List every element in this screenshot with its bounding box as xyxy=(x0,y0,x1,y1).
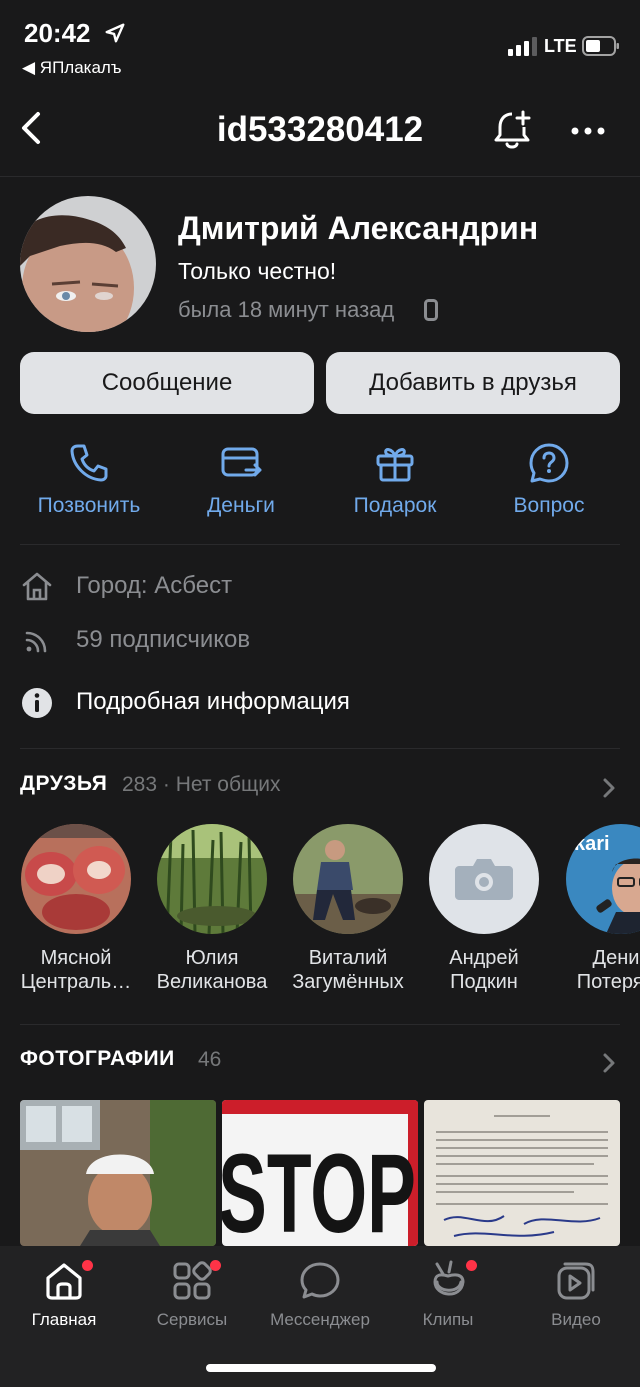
photo-thumbnail[interactable] xyxy=(20,1100,216,1246)
money-label: Деньги xyxy=(207,494,275,517)
photo-thumbnail[interactable] xyxy=(424,1100,620,1246)
services-icon xyxy=(173,1261,212,1300)
details-text: Подробная информация xyxy=(76,688,350,715)
friend-avatar-placeholder xyxy=(429,824,539,934)
info-divider xyxy=(20,748,620,749)
profile-avatar[interactable] xyxy=(20,196,156,332)
friend-name: Мясной Централь… xyxy=(20,947,132,993)
location-arrow-icon xyxy=(105,23,125,43)
question-action[interactable]: Вопрос xyxy=(474,440,624,518)
back-to-app-link[interactable]: ◀ ЯПлакалъ xyxy=(22,58,121,78)
home-icon xyxy=(22,572,52,601)
tab-label: Мессенджер xyxy=(270,1310,370,1329)
add-friend-button[interactable]: Добавить в друзья xyxy=(326,352,620,414)
actions-divider xyxy=(20,544,620,545)
call-action[interactable]: Позвонить xyxy=(14,440,164,518)
friend-avatar: kari xyxy=(566,824,640,934)
tab-messenger[interactable]: Мессенджер xyxy=(256,1258,384,1330)
status-bar: 20:42 ◀ ЯПлакалъ LTE xyxy=(0,0,640,90)
stop-sign-text: STOP xyxy=(222,1131,416,1246)
photo-thumbnail[interactable]: STOP xyxy=(222,1100,418,1246)
chevron-right-icon xyxy=(603,1053,615,1073)
friends-count: 283 · Нет общих xyxy=(122,773,281,796)
money-transfer-icon xyxy=(221,447,262,477)
status-time: 20:42 xyxy=(24,18,91,48)
friend-item[interactable]: Виталий Загумённых xyxy=(280,824,416,994)
photos-header[interactable]: ФОТОГРАФИИ 46 xyxy=(20,1047,620,1083)
navigation-bar: id533280412 xyxy=(0,96,640,166)
friend-name: ДенисПотеряев xyxy=(576,947,640,993)
money-action[interactable]: Деньги xyxy=(166,440,316,518)
friend-avatar xyxy=(21,824,131,934)
camera-icon xyxy=(455,859,513,900)
bell-plus-icon[interactable] xyxy=(490,108,534,152)
city-text: Город: Асбест xyxy=(76,572,233,599)
rss-feed-icon xyxy=(25,631,47,653)
friends-title: ДРУЗЬЯ xyxy=(20,772,108,795)
photos-title: ФОТОГРАФИИ xyxy=(20,1047,175,1070)
friends-divider xyxy=(20,1024,620,1025)
home-indicator[interactable] xyxy=(206,1364,436,1372)
mobile-device-icon xyxy=(424,299,438,321)
tab-label: Сервисы xyxy=(156,1310,228,1329)
avatar-logo-text: kari xyxy=(574,833,610,855)
friends-header[interactable]: ДРУЗЬЯ 283 · Нет общих xyxy=(20,772,620,808)
friend-item[interactable]: Юлия Великанова xyxy=(144,824,280,994)
friend-name: Юлия Великанова xyxy=(156,947,268,993)
video-icon xyxy=(557,1262,595,1300)
clips-icon xyxy=(433,1260,465,1296)
info-icon xyxy=(22,688,52,718)
friend-item[interactable]: Мясной Централь… xyxy=(8,824,144,994)
gift-label: Подарок xyxy=(353,494,437,517)
friend-item[interactable]: kari ДенисПотеряев xyxy=(553,824,640,994)
messenger-icon xyxy=(300,1262,340,1299)
friend-item[interactable]: Андрей Подкин xyxy=(416,824,552,994)
signal-icon xyxy=(508,37,537,56)
notification-dot xyxy=(82,1260,93,1271)
friend-name: Виталий Загумённых xyxy=(292,947,404,993)
chevron-right-icon xyxy=(603,778,615,798)
photos-count: 46 xyxy=(198,1048,222,1071)
friend-avatar xyxy=(293,824,403,934)
tab-services[interactable]: Сервисы xyxy=(128,1258,256,1330)
question-icon xyxy=(529,443,569,483)
network-type: LTE xyxy=(544,36,577,56)
last-seen-text: была 18 минут назад xyxy=(178,297,395,322)
followers-text: 59 подписчиков xyxy=(76,626,251,653)
gift-icon xyxy=(376,448,414,482)
phone-icon xyxy=(70,444,108,482)
notification-dot xyxy=(210,1260,221,1271)
battery-icon xyxy=(582,36,619,56)
tab-home[interactable]: Главная xyxy=(0,1258,128,1330)
call-label: Позвонить xyxy=(37,494,141,517)
more-icon[interactable] xyxy=(568,116,608,146)
header-divider xyxy=(0,176,640,177)
tab-clips[interactable]: Клипы xyxy=(384,1258,512,1330)
home-icon xyxy=(46,1263,82,1300)
page-title: id533280412 xyxy=(216,110,424,149)
tab-label: Видео xyxy=(551,1310,601,1329)
friend-avatar xyxy=(157,824,267,934)
tab-label: Клипы xyxy=(422,1310,474,1329)
question-label: Вопрос xyxy=(513,494,585,517)
tab-video[interactable]: Видео xyxy=(512,1258,640,1330)
message-button[interactable]: Сообщение xyxy=(20,352,314,414)
profile-name: Дмитрий Александрин xyxy=(178,210,539,246)
friend-name: Андрей Подкин xyxy=(449,947,519,993)
profile-status: Только честно! xyxy=(178,258,337,284)
notification-dot xyxy=(466,1260,477,1271)
tab-label: Главная xyxy=(31,1310,97,1329)
gift-action[interactable]: Подарок xyxy=(320,440,470,518)
